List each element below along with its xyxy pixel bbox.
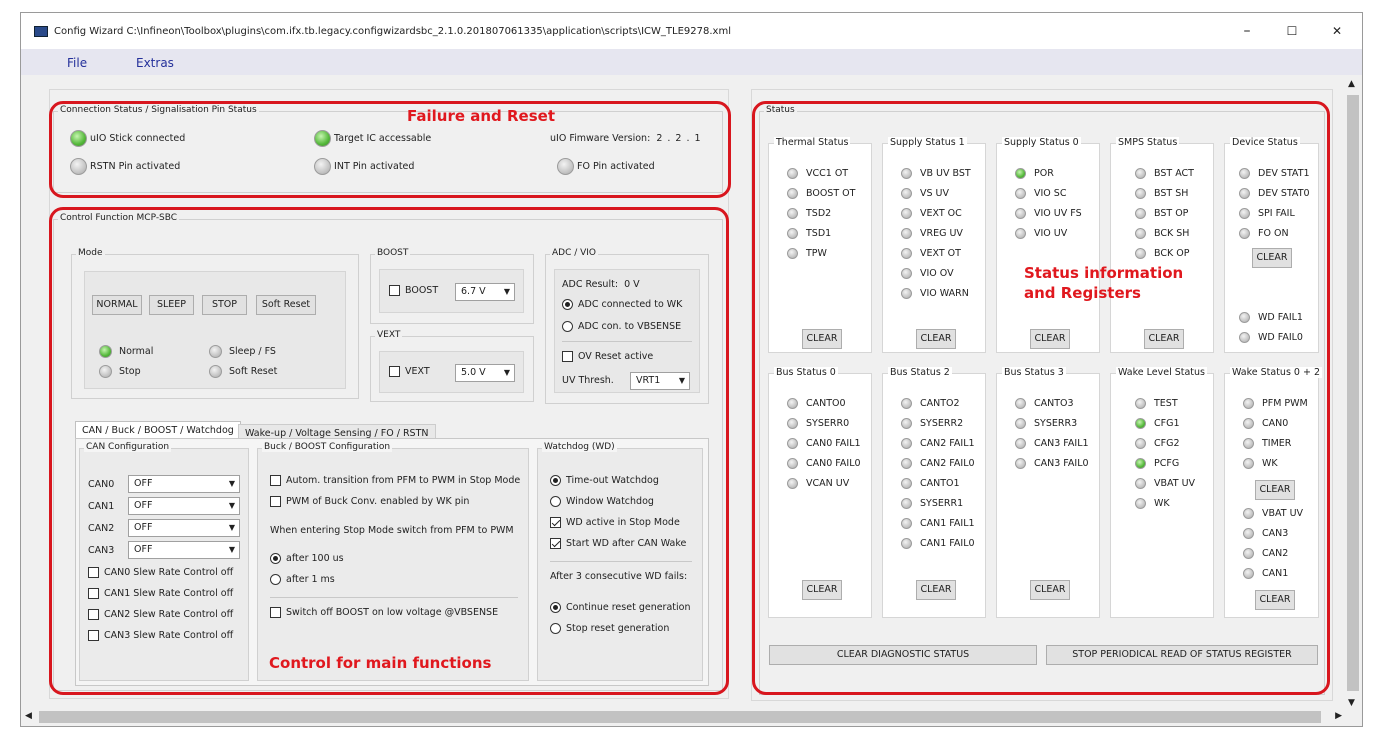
vertical-scrollbar[interactable]: ▲ ▼ bbox=[1344, 75, 1362, 710]
horizontal-scroll-thumb[interactable] bbox=[39, 711, 1321, 723]
window-title: Config Wizard C:\Infineon\Toolbox\plugin… bbox=[54, 26, 731, 37]
main-canvas: Connection Status / Signalisation Pin St… bbox=[31, 83, 1339, 703]
control-main-annotation: Control for main functions bbox=[269, 654, 492, 672]
menu-extras[interactable]: Extras bbox=[136, 56, 174, 70]
menu-bar: File Extras bbox=[21, 49, 1362, 75]
app-icon bbox=[34, 26, 48, 37]
title-bar[interactable]: Config Wizard C:\Infineon\Toolbox\plugin… bbox=[21, 13, 1362, 49]
minimize-button[interactable]: – bbox=[1233, 21, 1261, 41]
scroll-right-icon[interactable]: ▶ bbox=[1335, 711, 1342, 721]
status-info-highlight bbox=[752, 101, 1330, 695]
menu-file[interactable]: File bbox=[67, 56, 87, 70]
scroll-left-icon[interactable]: ◀ bbox=[25, 711, 32, 721]
failure-reset-annotation: Failure and Reset bbox=[407, 107, 556, 125]
scroll-up-icon[interactable]: ▲ bbox=[1348, 79, 1355, 89]
close-button[interactable]: ✕ bbox=[1323, 21, 1351, 41]
control-main-highlight bbox=[49, 207, 729, 695]
status-info-annotation-line2: and Registers bbox=[1024, 284, 1141, 302]
failure-reset-highlight bbox=[49, 101, 731, 198]
maximize-button[interactable]: ☐ bbox=[1278, 21, 1306, 41]
horizontal-scrollbar[interactable]: ◀ ▶ bbox=[21, 708, 1346, 726]
vertical-scroll-thumb[interactable] bbox=[1347, 95, 1359, 691]
scroll-down-icon[interactable]: ▼ bbox=[1348, 698, 1355, 708]
app-window: Config Wizard C:\Infineon\Toolbox\plugin… bbox=[20, 12, 1363, 727]
status-info-annotation-line1: Status information bbox=[1024, 264, 1184, 282]
